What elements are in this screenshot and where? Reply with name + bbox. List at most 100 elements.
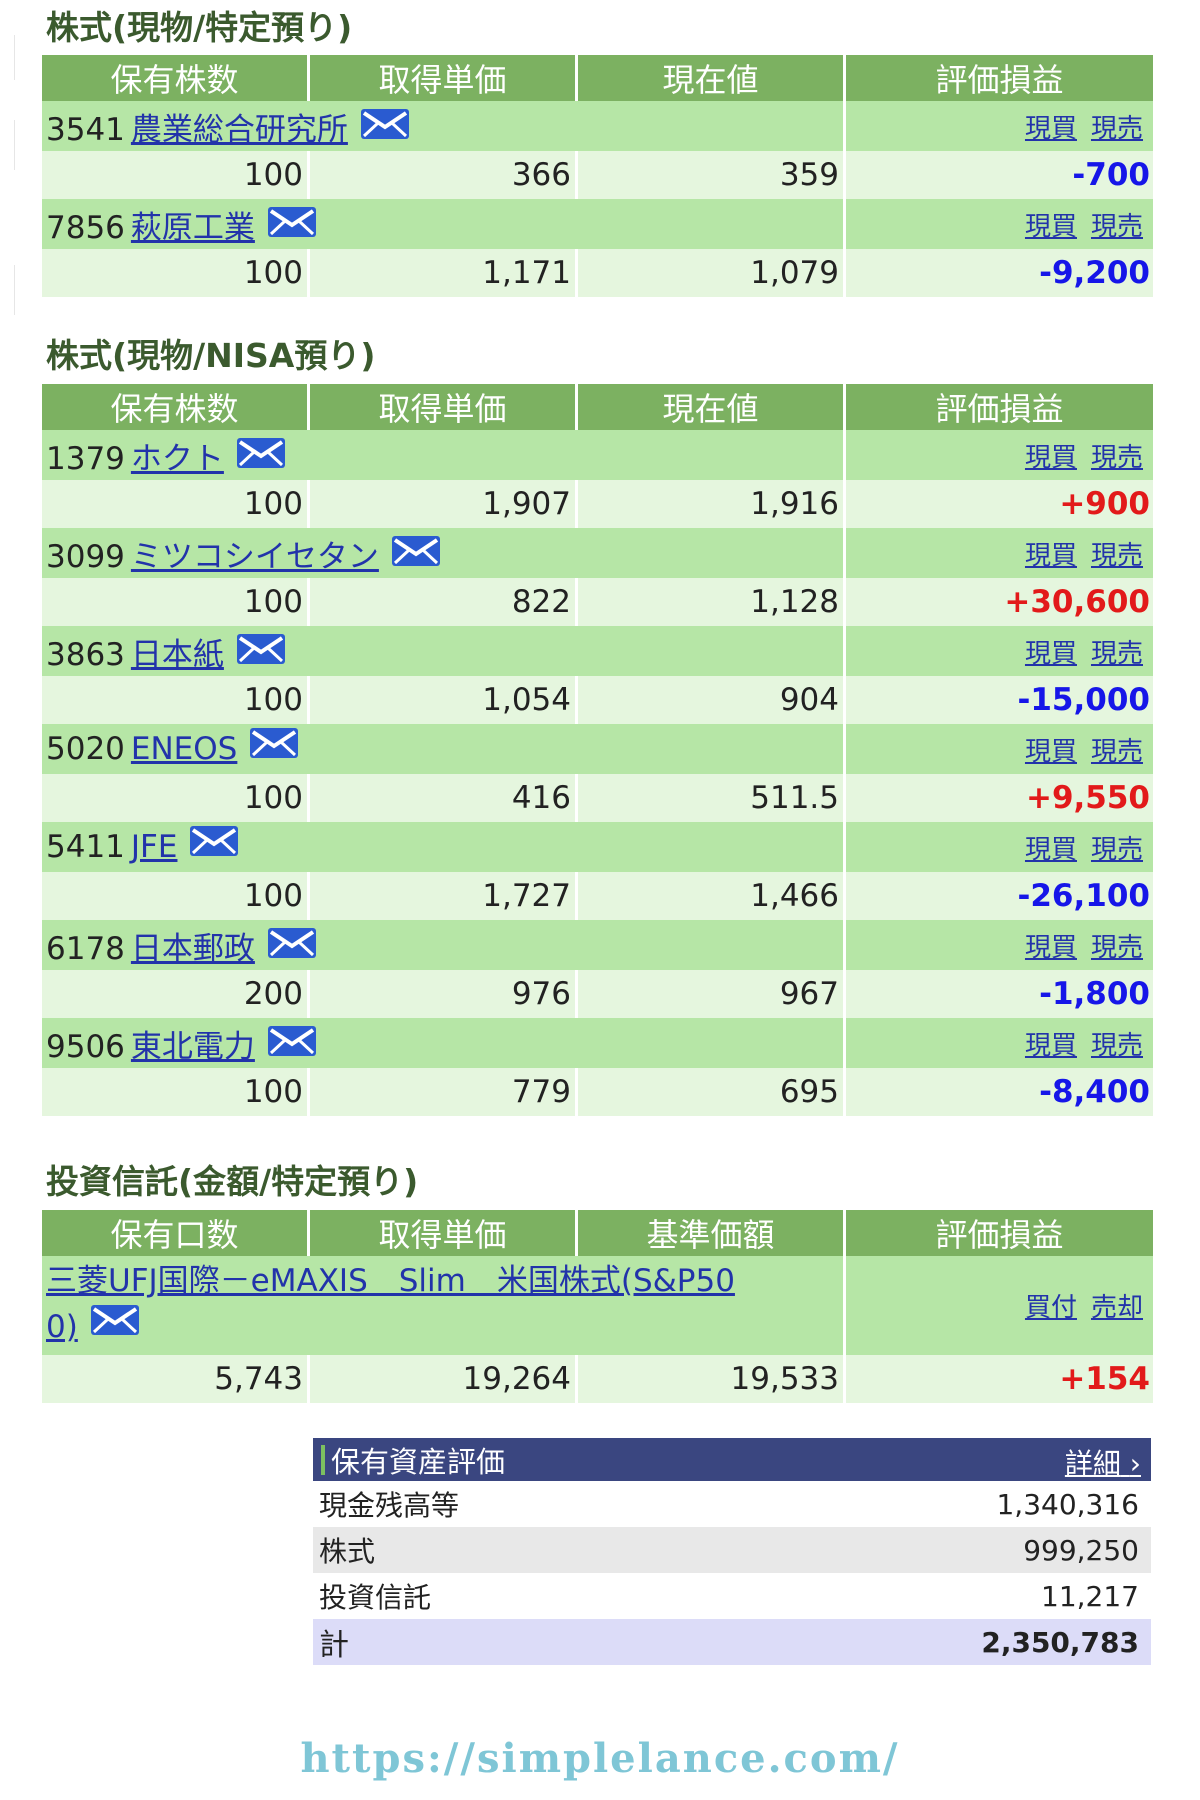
spot-sell-link[interactable]: 現売	[1091, 1031, 1143, 1061]
spot-buy-link[interactable]: 現買	[1025, 1031, 1077, 1061]
summary-total-value: 2,350,783	[981, 1625, 1139, 1659]
section-title-tokutei: 株式(現物/特定預り)	[46, 8, 353, 47]
mail-icon[interactable]	[189, 825, 239, 865]
stock-value-row: 100 366 359 -700	[42, 151, 1153, 199]
spot-sell-link[interactable]: 現売	[1091, 737, 1143, 767]
stock-name-row: 6178 日本郵政 現買 現売	[42, 920, 1153, 970]
stock-pl: -26,100	[846, 872, 1153, 920]
stock-name-cell: 3099 ミツコシイセタン	[42, 528, 846, 578]
spot-buy-link[interactable]: 現買	[1025, 541, 1077, 571]
summary-value: 1,340,316	[996, 1487, 1139, 1521]
header-shares: 保有株数	[42, 384, 310, 430]
summary-row-stocks: 株式 999,250	[313, 1527, 1151, 1573]
stock-cost: 1,054	[310, 676, 578, 724]
section-title-nisa: 株式(現物/NISA預り)	[46, 336, 376, 375]
stock-name-link[interactable]: ミツコシイセタン	[131, 539, 379, 575]
mail-icon[interactable]	[360, 108, 410, 148]
spot-buy-link[interactable]: 現買	[1025, 835, 1077, 865]
mail-icon[interactable]	[236, 437, 286, 477]
spot-buy-link[interactable]: 現買	[1025, 443, 1077, 473]
fund-name-link[interactable]: 三菱UFJ国際－eMAXIS Slim 米国株式(S&P50 0)	[46, 1263, 735, 1345]
summary-title: 保有資産評価	[331, 1444, 506, 1479]
stock-name-cell: 3863 日本紙	[42, 626, 846, 676]
stock-name-row: 3863 日本紙 現買 現売	[42, 626, 1153, 676]
stock-name-link[interactable]: 萩原工業	[131, 210, 255, 246]
summary-label: 投資信託	[319, 1581, 432, 1614]
stock-code: 6178	[46, 930, 125, 967]
stock-cost: 1,907	[310, 480, 578, 528]
stock-qty: 100	[42, 480, 310, 528]
spot-sell-link[interactable]: 現売	[1091, 639, 1143, 669]
table-header-row: 保有口数 取得単価 基準価額 評価損益	[42, 1210, 1153, 1256]
stock-code: 3099	[46, 538, 125, 575]
spot-buy-link[interactable]: 現買	[1025, 639, 1077, 669]
mail-icon[interactable]	[267, 1025, 317, 1065]
summary-detail-link[interactable]: 詳細 ›	[1065, 1442, 1141, 1482]
fund-pl: +154	[846, 1355, 1153, 1403]
stock-name-cell: 9506 東北電力	[42, 1018, 846, 1068]
left-edge-rule	[14, 35, 15, 80]
stock-cost: 366	[310, 151, 578, 199]
stock-code: 7856	[46, 209, 125, 246]
stock-name-link[interactable]: 日本紙	[131, 637, 224, 673]
stock-code: 9506	[46, 1028, 125, 1065]
stock-action-cell: 現買 現売	[846, 199, 1153, 249]
fund-name-row: 三菱UFJ国際－eMAXIS Slim 米国株式(S&P50 0) 買付 売却	[42, 1256, 1153, 1355]
fund-sell-link[interactable]: 売却	[1091, 1293, 1143, 1323]
spot-sell-link[interactable]: 現売	[1091, 212, 1143, 242]
mail-icon[interactable]	[267, 927, 317, 967]
spot-sell-link[interactable]: 現売	[1091, 114, 1143, 144]
chevron-right-icon: ›	[1129, 1447, 1141, 1480]
stock-code: 3541	[46, 111, 125, 148]
holdings-table-nisa: 保有株数 取得単価 現在値 評価損益 1379 ホクト 現買 現売 100 1,907 1,…	[42, 384, 1153, 1116]
stock-price: 511.5	[578, 774, 846, 822]
stock-action-cell: 現買 現売	[846, 626, 1153, 676]
stock-pl: -15,000	[846, 676, 1153, 724]
mail-icon[interactable]	[236, 633, 286, 673]
spot-sell-link[interactable]: 現売	[1091, 933, 1143, 963]
fund-name-cell: 三菱UFJ国際－eMAXIS Slim 米国株式(S&P50 0)	[42, 1256, 846, 1355]
spot-sell-link[interactable]: 現売	[1091, 835, 1143, 865]
spot-buy-link[interactable]: 現買	[1025, 212, 1077, 242]
stock-name-link[interactable]: 日本郵政	[131, 931, 255, 967]
mail-icon[interactable]	[267, 206, 317, 246]
stock-name-link[interactable]: ホクト	[131, 441, 224, 477]
stock-qty: 100	[42, 676, 310, 724]
stock-value-row: 100 1,054 904 -15,000	[42, 676, 1153, 724]
mail-icon[interactable]	[90, 1303, 140, 1349]
stock-qty: 100	[42, 1068, 310, 1116]
mail-icon[interactable]	[391, 535, 441, 575]
fund-buy-link[interactable]: 買付	[1025, 1293, 1077, 1323]
header-pl: 評価損益	[846, 384, 1153, 430]
portfolio-page: 株式(現物/特定預り) 保有株数 取得単価 現在値 評価損益 3541 農業総合研…	[0, 0, 1200, 1800]
header-cost: 取得単価	[310, 384, 578, 430]
stock-name-link[interactable]: ENEOS	[131, 731, 237, 767]
stock-name-link[interactable]: 農業総合研究所	[131, 112, 348, 148]
spot-buy-link[interactable]: 現買	[1025, 933, 1077, 963]
stock-name-link[interactable]: 東北電力	[131, 1029, 255, 1065]
stock-action-cell: 現買 現売	[846, 1018, 1153, 1068]
spot-sell-link[interactable]: 現売	[1091, 443, 1143, 473]
stock-action-cell: 現買 現売	[846, 101, 1153, 151]
summary-value: 999,250	[1023, 1533, 1139, 1567]
fund-value-row: 5,743 19,264 19,533 +154	[42, 1355, 1153, 1403]
stock-price: 359	[578, 151, 846, 199]
stock-pl: +9,550	[846, 774, 1153, 822]
spot-buy-link[interactable]: 現買	[1025, 737, 1077, 767]
spot-buy-link[interactable]: 現買	[1025, 114, 1077, 144]
mail-icon[interactable]	[249, 727, 299, 767]
header-price: 現在値	[578, 384, 846, 430]
header-cost: 取得単価	[310, 55, 578, 101]
stock-name-link[interactable]: JFE	[131, 829, 178, 865]
summary-label: 現金残高等	[319, 1489, 460, 1522]
left-edge-rule	[14, 120, 15, 170]
header-cost: 取得単価	[310, 1210, 578, 1256]
section-title-fund: 投資信託(金額/特定預り)	[46, 1162, 419, 1201]
summary-row-funds: 投資信託 11,217	[313, 1573, 1151, 1619]
spot-sell-link[interactable]: 現売	[1091, 541, 1143, 571]
header-price: 現在値	[578, 55, 846, 101]
stock-value-row: 200 976 967 -1,800	[42, 970, 1153, 1018]
stock-cost: 822	[310, 578, 578, 626]
stock-cost: 416	[310, 774, 578, 822]
stock-pl: +900	[846, 480, 1153, 528]
